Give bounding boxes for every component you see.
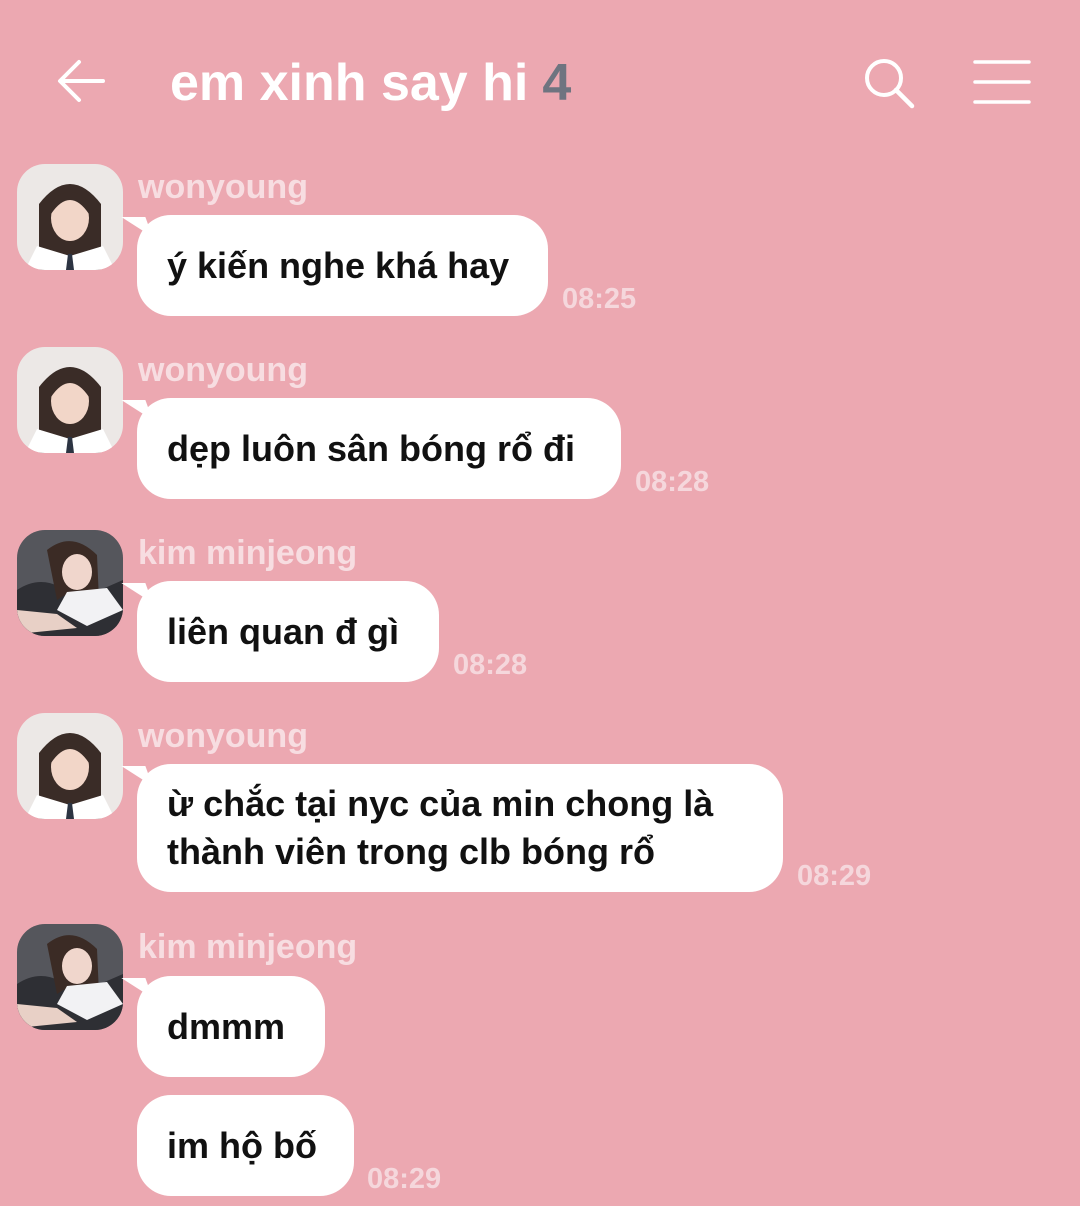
sender-name: wonyoung bbox=[138, 717, 308, 755]
message-bubble[interactable]: dẹp luôn sân bóng rổ đi bbox=[137, 398, 621, 499]
chat-title: em xinh say hi 4 bbox=[170, 50, 571, 116]
message-time: 08:29 bbox=[367, 1163, 442, 1195]
avatar-photo bbox=[17, 530, 123, 636]
sender-name: kim minjeong bbox=[138, 928, 358, 966]
back-button[interactable] bbox=[55, 57, 107, 105]
avatar-wonyoung[interactable] bbox=[17, 713, 123, 819]
group-name: em xinh say hi bbox=[170, 54, 529, 112]
avatar-photo bbox=[17, 924, 123, 1030]
message-time: 08:29 bbox=[797, 860, 872, 892]
search-icon bbox=[865, 59, 915, 109]
chat-header: em xinh say hi 4 bbox=[0, 0, 1080, 160]
avatar-photo bbox=[17, 347, 123, 453]
sender-name: kim minjeong bbox=[138, 534, 358, 572]
message-text: liên quan đ gì bbox=[167, 610, 399, 652]
avatar-photo bbox=[17, 164, 123, 270]
message-text-line: thành viên trong clb bóng rổ bbox=[167, 831, 655, 872]
message-time: 08:28 bbox=[635, 466, 710, 498]
member-count: 4 bbox=[542, 54, 572, 112]
sender-name: wonyoung bbox=[138, 168, 308, 206]
message-text: ý kiến nghe khá hay bbox=[167, 244, 510, 286]
message-bubble[interactable]: liên quan đ gì bbox=[137, 581, 439, 682]
message-bubble[interactable]: dmmm bbox=[137, 976, 325, 1077]
arrow-left-icon bbox=[58, 60, 105, 102]
message-text: dẹp luôn sân bóng rổ đi bbox=[167, 427, 575, 469]
message-bubble[interactable]: im hộ bố bbox=[137, 1095, 354, 1196]
avatar-kim-minjeong[interactable] bbox=[17, 924, 123, 1030]
avatar-wonyoung[interactable] bbox=[17, 347, 123, 453]
menu-button[interactable] bbox=[973, 58, 1031, 106]
message-text-line: ừ chắc tại nyc của min chong là bbox=[167, 783, 714, 824]
avatar-kim-minjeong[interactable] bbox=[17, 530, 123, 636]
avatar-photo bbox=[17, 713, 123, 819]
message-bubble[interactable]: ý kiến nghe khá hay bbox=[137, 215, 548, 316]
sender-name: wonyoung bbox=[138, 351, 308, 389]
avatar-wonyoung[interactable] bbox=[17, 164, 123, 270]
hamburger-menu-icon bbox=[973, 60, 1031, 104]
search-button[interactable] bbox=[862, 56, 916, 110]
message-time: 08:28 bbox=[453, 649, 528, 681]
message-time: 08:25 bbox=[562, 283, 637, 315]
message-text: im hộ bố bbox=[167, 1124, 317, 1166]
message-text: dmmm bbox=[167, 1005, 286, 1047]
message-bubble[interactable]: ừ chắc tại nyc của min chong là thành vi… bbox=[137, 764, 783, 892]
